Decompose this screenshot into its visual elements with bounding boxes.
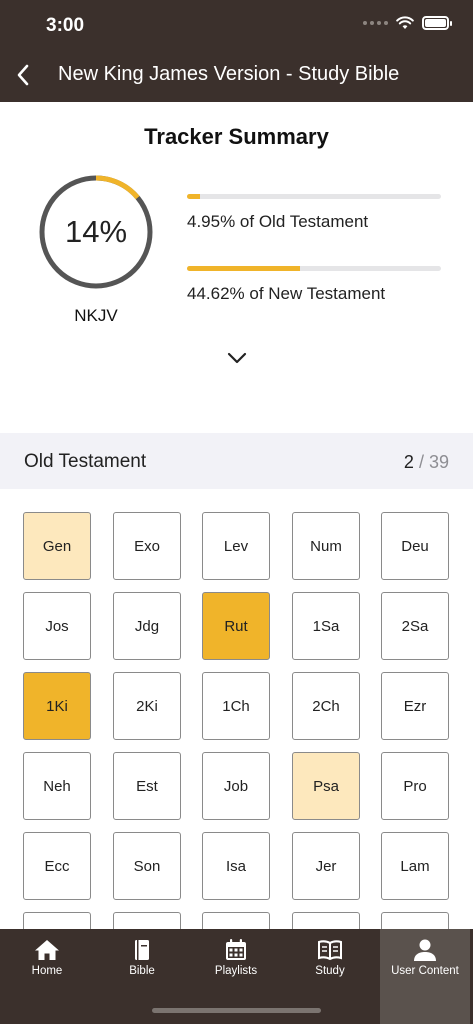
book-tile[interactable]: Psa: [292, 752, 360, 820]
home-icon: [35, 940, 59, 960]
book-tile-label: Job: [223, 777, 249, 795]
section-count: 2 / 39: [404, 452, 449, 473]
wifi-icon: [396, 16, 414, 29]
book-tile[interactable]: Jdg: [113, 592, 181, 660]
book-tile-label: 1Ki: [46, 697, 68, 715]
back-button[interactable]: [10, 60, 36, 90]
overall-progress-ring: 14%: [38, 174, 154, 290]
book-tile-label: Ecc: [44, 857, 70, 875]
book-tile[interactable]: [381, 912, 449, 929]
book-tile-label: Son: [133, 857, 161, 875]
book-tile[interactable]: 2Ki: [113, 672, 181, 740]
book-tile[interactable]: Lam: [381, 832, 449, 900]
book-tile[interactable]: Gen: [23, 512, 91, 580]
old-testament-progress-bar: [187, 194, 441, 199]
section-count-total: 39: [428, 452, 449, 472]
status-time: 3:00: [46, 15, 85, 36]
tab-bible-label: Bible: [129, 965, 155, 977]
book-tile[interactable]: Jer: [292, 832, 360, 900]
section-title: Old Testament: [24, 451, 147, 472]
book-tile-label: Est: [136, 777, 158, 795]
bible-icon: [135, 940, 149, 960]
old-testament-progress-label: 4.95% of Old Testament: [187, 212, 369, 231]
version-label: NKJV: [74, 306, 118, 325]
book-tile[interactable]: Deu: [381, 512, 449, 580]
chevron-down-icon: [227, 352, 247, 364]
top-bar: 3:00 New King James Version - Study Bibl…: [0, 0, 473, 102]
book-tile-label: Jer: [315, 857, 337, 875]
expand-summary-button[interactable]: [225, 348, 249, 368]
book-tile[interactable]: Job: [202, 752, 270, 820]
section-count-separator: /: [418, 452, 424, 472]
user-icon: [414, 939, 436, 961]
tab-home[interactable]: Home: [2, 929, 92, 1024]
battery-icon: [422, 16, 452, 30]
book-tile-label: Isa: [225, 857, 246, 875]
book-tile-label: Lev: [223, 537, 249, 555]
tab-playlists-label: Playlists: [214, 965, 258, 977]
book-grid: Gen Exo Lev Num Deu Jos Jdg Rut 1Sa 2Sa 1Ki 2Ki 1Ch 2…: [23, 512, 453, 929]
book-tile-label: 2Sa: [401, 617, 429, 635]
book-tile-label: Ezr: [403, 697, 427, 715]
book-tile[interactable]: Est: [113, 752, 181, 820]
book-tile[interactable]: 1Ki: [23, 672, 91, 740]
book-tile-label: Jos: [45, 617, 69, 635]
book-tile[interactable]: Num: [292, 512, 360, 580]
cellular-signal-icon: [363, 21, 388, 25]
home-indicator: [152, 1008, 321, 1013]
book-tile-label: 2Ch: [312, 697, 340, 715]
book-tile[interactable]: Lev: [202, 512, 270, 580]
calendar-icon: [226, 939, 246, 960]
book-tile[interactable]: 1Ch: [202, 672, 270, 740]
old-testament-section-header[interactable]: Old Testament 2 / 39: [0, 433, 473, 489]
status-icons: [363, 16, 452, 30]
book-tile-label: 2Ki: [136, 697, 158, 715]
book-tile-label: Psa: [313, 777, 339, 795]
book-tile-label: Num: [310, 537, 342, 555]
book-tile-label: Deu: [401, 537, 429, 555]
tab-home-label: Home: [31, 965, 63, 977]
new-testament-progress-fill: [187, 266, 301, 271]
tab-study-label: Study: [315, 965, 345, 977]
tracker-summary-title: Tracker Summary: [144, 124, 329, 149]
old-testament-progress-fill: [187, 194, 200, 199]
book-tile[interactable]: [23, 912, 91, 929]
book-tile-label: Gen: [42, 537, 72, 555]
book-tile[interactable]: 2Sa: [381, 592, 449, 660]
book-tile[interactable]: [292, 912, 360, 929]
book-tile[interactable]: Pro: [381, 752, 449, 820]
book-tile[interactable]: Rut: [202, 592, 270, 660]
book-tile[interactable]: Ezr: [381, 672, 449, 740]
open-book-icon: [318, 940, 342, 961]
book-tile-label: Exo: [134, 537, 160, 555]
book-tile-label: Jdg: [134, 617, 160, 635]
book-tile-label: Pro: [403, 777, 427, 795]
section-count-done: 2: [403, 452, 414, 472]
book-tile[interactable]: Exo: [113, 512, 181, 580]
book-tile-label: Rut: [224, 617, 248, 635]
page-title: New King James Version - Study Bible: [58, 63, 400, 85]
chevron-left-icon: [17, 64, 29, 86]
book-tile-label: Neh: [43, 777, 71, 795]
book-tile[interactable]: Ecc: [23, 832, 91, 900]
book-tile-label: 1Ch: [222, 697, 250, 715]
book-tile-label: 1Sa: [312, 617, 340, 635]
book-tile[interactable]: Son: [113, 832, 181, 900]
book-tile[interactable]: Jos: [23, 592, 91, 660]
book-tile[interactable]: 2Ch: [292, 672, 360, 740]
book-tile-label: Lam: [400, 857, 430, 875]
book-tile[interactable]: Neh: [23, 752, 91, 820]
book-tile[interactable]: [202, 912, 270, 929]
tab-user-content[interactable]: User Content: [380, 929, 470, 1024]
new-testament-progress-label: 44.62% of New Testament: [187, 284, 386, 303]
book-tile[interactable]: Isa: [202, 832, 270, 900]
new-testament-progress-bar: [187, 266, 441, 271]
book-tile[interactable]: 1Sa: [292, 592, 360, 660]
overall-percent: 14%: [64, 214, 128, 249]
tab-user-content-label: User Content: [391, 965, 459, 977]
book-tile[interactable]: [113, 912, 181, 929]
